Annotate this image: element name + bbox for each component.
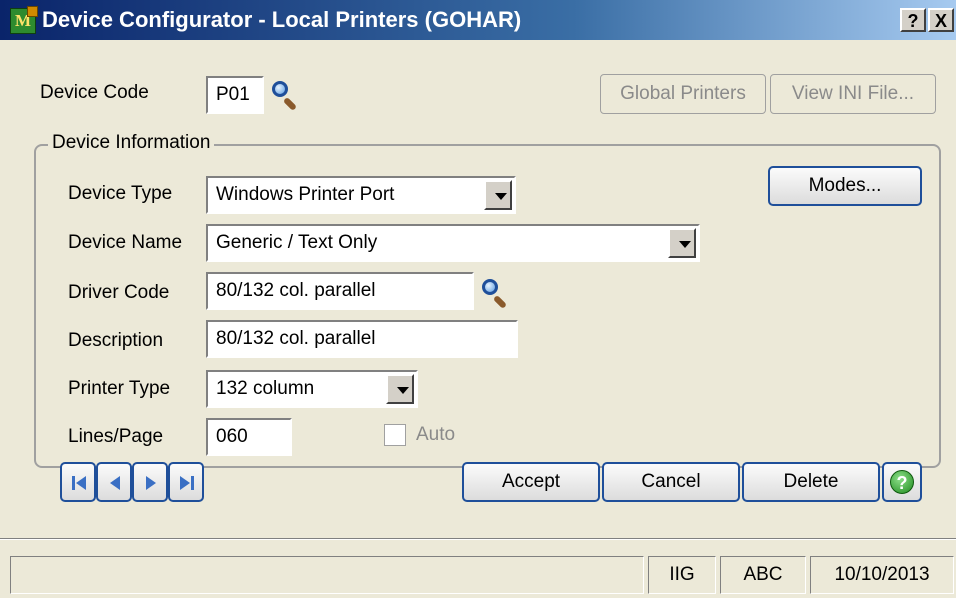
help-button[interactable]: ?: [882, 462, 922, 502]
chevron-down-icon[interactable]: [386, 374, 414, 404]
driver-code-lookup-icon[interactable]: [480, 278, 510, 310]
chevron-down-icon[interactable]: [668, 228, 696, 258]
device-type-label: Device Type: [68, 183, 173, 204]
description-label: Description: [68, 330, 164, 351]
divider: [0, 538, 956, 540]
previous-record-button[interactable]: [96, 462, 132, 502]
cancel-button[interactable]: Cancel: [602, 462, 740, 502]
auto-checkbox[interactable]: [384, 424, 406, 446]
chevron-down-icon[interactable]: [484, 180, 512, 210]
status-message: [10, 556, 644, 594]
first-record-icon: [72, 476, 86, 490]
last-record-icon: [180, 476, 194, 490]
previous-record-icon: [110, 476, 120, 490]
device-information-label: Device Information: [48, 132, 215, 154]
device-name-select[interactable]: Generic / Text Only: [206, 224, 700, 262]
window-title: Device Configurator - Local Printers (GO…: [42, 7, 522, 32]
delete-button[interactable]: Delete: [742, 462, 880, 502]
help-icon: ?: [890, 470, 914, 494]
device-name-label: Device Name: [68, 232, 183, 253]
driver-code-input[interactable]: 80/132 col. parallel: [206, 272, 474, 310]
printer-type-select[interactable]: 132 column: [206, 370, 418, 408]
app-icon: M: [10, 6, 38, 34]
printer-type-value: 132 column: [216, 378, 315, 399]
auto-label: Auto: [416, 424, 456, 445]
status-module: ABC: [720, 556, 806, 594]
next-record-button[interactable]: [132, 462, 168, 502]
printer-type-label: Printer Type: [68, 378, 171, 399]
accept-button[interactable]: Accept: [462, 462, 600, 502]
title-bar: M Device Configurator - Local Printers (…: [0, 0, 956, 40]
global-printers-button[interactable]: Global Printers: [600, 74, 766, 114]
help-title-button[interactable]: ?: [900, 8, 926, 32]
device-code-lookup-icon[interactable]: [270, 80, 300, 112]
modes-button[interactable]: Modes...: [768, 166, 922, 206]
close-button[interactable]: X: [928, 8, 954, 32]
first-record-button[interactable]: [60, 462, 96, 502]
driver-code-label: Driver Code: [68, 282, 170, 303]
device-type-value: Windows Printer Port: [216, 184, 395, 205]
next-record-icon: [146, 476, 156, 490]
description-input[interactable]: 80/132 col. parallel: [206, 320, 518, 358]
device-code-label: Device Code: [40, 82, 149, 103]
lines-page-label: Lines/Page: [68, 426, 164, 447]
device-name-value: Generic / Text Only: [216, 232, 378, 253]
lines-page-input[interactable]: 060: [206, 418, 292, 456]
device-type-select[interactable]: Windows Printer Port: [206, 176, 516, 214]
last-record-button[interactable]: [168, 462, 204, 502]
status-company: IIG: [648, 556, 716, 594]
device-code-input[interactable]: P01: [206, 76, 264, 114]
view-ini-file-button[interactable]: View INI File...: [770, 74, 936, 114]
status-date: 10/10/2013: [810, 556, 954, 594]
